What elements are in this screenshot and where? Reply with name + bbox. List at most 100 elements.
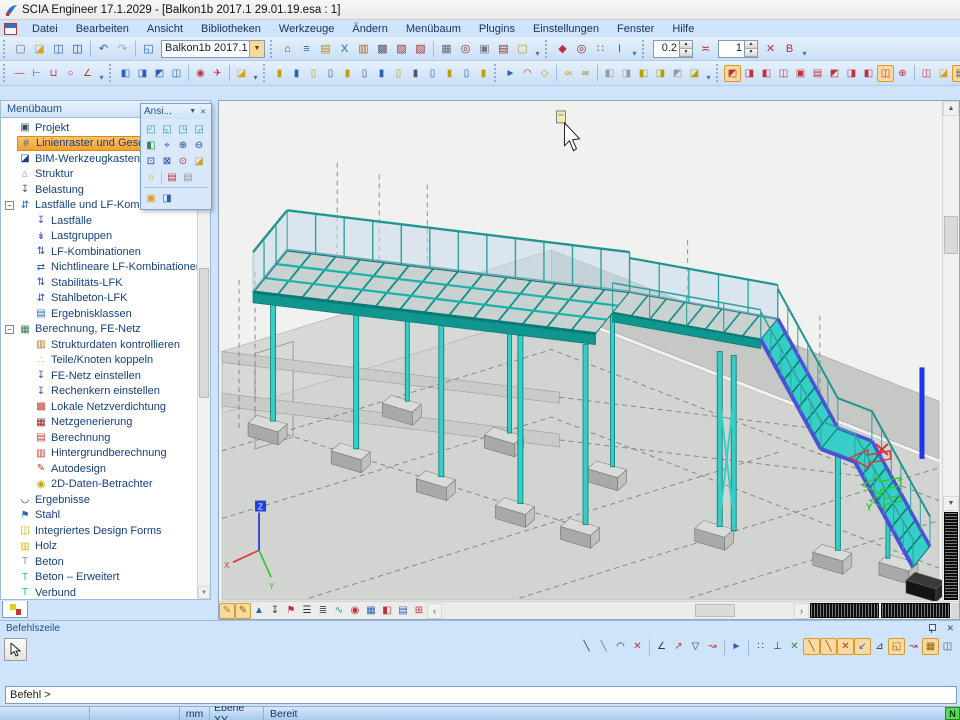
draw-circle-icon[interactable]: ○ xyxy=(62,65,79,82)
pin-icon[interactable] xyxy=(927,624,936,633)
toolbar-overflow-icon[interactable]: ▾ xyxy=(250,64,261,82)
show-loads-icon[interactable]: ↧ xyxy=(267,603,283,619)
picture-gallery-icon[interactable]: ▧ xyxy=(392,39,411,58)
snap-tangent-icon[interactable]: ⊿ xyxy=(871,638,888,655)
cut-arrows-icon[interactable]: ✕ xyxy=(761,39,780,58)
menu-menbaum[interactable]: Menübaum xyxy=(397,22,470,36)
snap-line-icon[interactable]: ╲ xyxy=(578,638,595,655)
plate-icon[interactable]: ▯ xyxy=(322,65,339,82)
tree-item-2d-daten-betrachter[interactable]: ◉2D-Daten-Betrachter xyxy=(1,477,210,493)
menu-ansicht[interactable]: Ansicht xyxy=(138,22,192,36)
scale-spinner-arrows[interactable]: ▲▼ xyxy=(679,41,692,57)
toolbar-grip[interactable] xyxy=(642,40,647,58)
zoom-doc-icon[interactable]: ◎ xyxy=(572,39,591,58)
catalog-icon[interactable]: ▥ xyxy=(354,39,373,58)
photo-view-icon[interactable]: ▤ xyxy=(164,169,180,185)
print-icon[interactable]: ▦ xyxy=(437,39,456,58)
menu-ndern[interactable]: Ändern xyxy=(343,22,396,36)
snap-arc-points-icon[interactable]: ↝ xyxy=(905,638,922,655)
viewport4-icon[interactable]: ◫ xyxy=(168,65,185,82)
node-icon[interactable]: ▮ xyxy=(407,65,424,82)
select-poly-icon[interactable]: ◇ xyxy=(536,65,553,82)
child-window-icon[interactable] xyxy=(4,23,17,35)
show-weights-icon[interactable]: ≣ xyxy=(315,603,331,619)
tree-item-strukturdaten-kontrollieren[interactable]: ▥Strukturdaten kontrollieren xyxy=(1,337,210,353)
grid-snap-icon[interactable]: ∷ xyxy=(752,638,769,655)
undo-icon[interactable]: ↶ xyxy=(94,39,113,58)
activity-8-icon[interactable]: ◨ xyxy=(843,65,860,82)
tree-item-ergebnisklassen[interactable]: ▤Ergebnisklassen xyxy=(1,306,210,322)
print-preview-icon[interactable]: ◎ xyxy=(456,39,475,58)
activity-9-icon[interactable]: ◧ xyxy=(860,65,877,82)
snap-intersect-icon[interactable]: ✕ xyxy=(837,638,854,655)
toolbar-overflow-icon[interactable]: ▾ xyxy=(799,40,810,58)
filter-a-icon[interactable]: ◧ xyxy=(635,65,652,82)
snap-curve-icon[interactable]: ↝ xyxy=(704,638,721,655)
tree-item-lastfälle[interactable]: ↧Lastfälle xyxy=(1,213,210,229)
member-1d-icon[interactable]: ▮ xyxy=(271,65,288,82)
zoom-in-icon[interactable]: ⊕ xyxy=(175,137,191,153)
activity-4-icon[interactable]: ◫ xyxy=(775,65,792,82)
dim-style-icon[interactable]: B xyxy=(780,39,799,58)
activity-7-icon[interactable]: ◩ xyxy=(826,65,843,82)
expander-minus-icon[interactable]: − xyxy=(5,325,14,334)
snap-off-icon[interactable]: ✕ xyxy=(786,638,803,655)
open-project-icon[interactable]: ◪ xyxy=(30,39,49,58)
menu-einstellungen[interactable]: Einstellungen xyxy=(524,22,608,36)
menu-werkzeuge[interactable]: Werkzeuge xyxy=(270,22,343,36)
tree-scroll-down-icon[interactable]: ▼ xyxy=(198,586,210,599)
image-capture-icon[interactable]: ◆ xyxy=(553,39,572,58)
toolbar-overflow-icon[interactable]: ▾ xyxy=(532,40,543,58)
toolbar-overflow-icon[interactable]: ▾ xyxy=(96,64,107,82)
tree-item-autodesign[interactable]: ✎Autodesign xyxy=(1,461,210,477)
snap-delete-icon[interactable]: ✕ xyxy=(629,638,646,655)
project-settings-icon[interactable]: ⌂ xyxy=(278,39,297,58)
tree-item-ergebnisse[interactable]: ◡Ergebnisse xyxy=(1,492,210,508)
show-nodes-icon[interactable]: ◉ xyxy=(347,603,363,619)
visibility-icon[interactable]: ◉ xyxy=(192,65,209,82)
new-document-icon[interactable]: ▢ xyxy=(11,39,30,58)
calculator-icon[interactable]: ▣ xyxy=(475,39,494,58)
layer-filter-on-icon[interactable]: ▤ xyxy=(952,65,960,82)
panel-splitter[interactable] xyxy=(211,100,218,620)
select-cursor-icon[interactable]: ► xyxy=(502,65,519,82)
tree-item-holz[interactable]: ▥Holz xyxy=(1,539,210,555)
save-all-icon[interactable]: ◫ xyxy=(49,39,68,58)
storey-manager-icon[interactable]: ▤ xyxy=(316,39,335,58)
menu-datei[interactable]: Datei xyxy=(23,22,67,36)
toolbar-grip[interactable] xyxy=(263,64,268,82)
step-spinner[interactable]: 1▲▼ xyxy=(718,40,758,58)
view-axo-icon[interactable]: ◧ xyxy=(143,137,159,153)
subregion-icon[interactable]: ▮ xyxy=(373,65,390,82)
toolbar-grip[interactable] xyxy=(3,40,8,58)
fly-view-icon[interactable]: ✈ xyxy=(209,65,226,82)
vscroll-down-icon[interactable]: ▼ xyxy=(943,496,959,511)
column-icon[interactable]: ▮ xyxy=(288,65,305,82)
zoom-out-icon[interactable]: ⊖ xyxy=(191,137,207,153)
layer-open-icon[interactable]: ◪ xyxy=(935,65,952,82)
clip-box-icon[interactable]: ▣ xyxy=(143,190,159,206)
hscroll-right-icon[interactable]: › xyxy=(794,603,809,619)
tree-item-berechnung[interactable]: ▤Berechnung xyxy=(1,430,210,446)
view-iso-icon[interactable]: ◲ xyxy=(191,121,207,137)
tree-item-lf-kombinationen[interactable]: ⇅LF-Kombinationen xyxy=(1,244,210,260)
open-view-icon[interactable]: ◪ xyxy=(233,65,250,82)
tree-tab[interactable] xyxy=(2,601,28,618)
viewport-vscrollbar[interactable]: ▲ ▼ xyxy=(942,101,959,601)
tree-item-lastgruppen[interactable]: ↡Lastgruppen xyxy=(1,229,210,245)
status-units[interactable]: mm xyxy=(180,707,210,720)
select-lasso-icon[interactable]: ◠ xyxy=(519,65,536,82)
light-icon[interactable]: ☼ xyxy=(143,169,159,185)
search-nodes-icon[interactable]: ∞ xyxy=(577,65,594,82)
vscroll-thumb[interactable] xyxy=(944,216,958,254)
snap-midpoint-icon[interactable]: ╲ xyxy=(820,638,837,655)
text-select-icon[interactable]: I xyxy=(610,39,629,58)
paste-attrib-icon[interactable]: ◨ xyxy=(618,65,635,82)
redo-icon[interactable]: ↷ xyxy=(113,39,132,58)
activity-6-icon[interactable]: ▤ xyxy=(809,65,826,82)
model-scene[interactable]: Y X Y Z xyxy=(219,101,942,601)
ortho-snap-icon[interactable]: ⊥ xyxy=(769,638,786,655)
view-side-icon[interactable]: ◳ xyxy=(175,121,191,137)
close-windows-icon[interactable]: ◱ xyxy=(139,39,158,58)
activity-2-icon[interactable]: ◨ xyxy=(741,65,758,82)
